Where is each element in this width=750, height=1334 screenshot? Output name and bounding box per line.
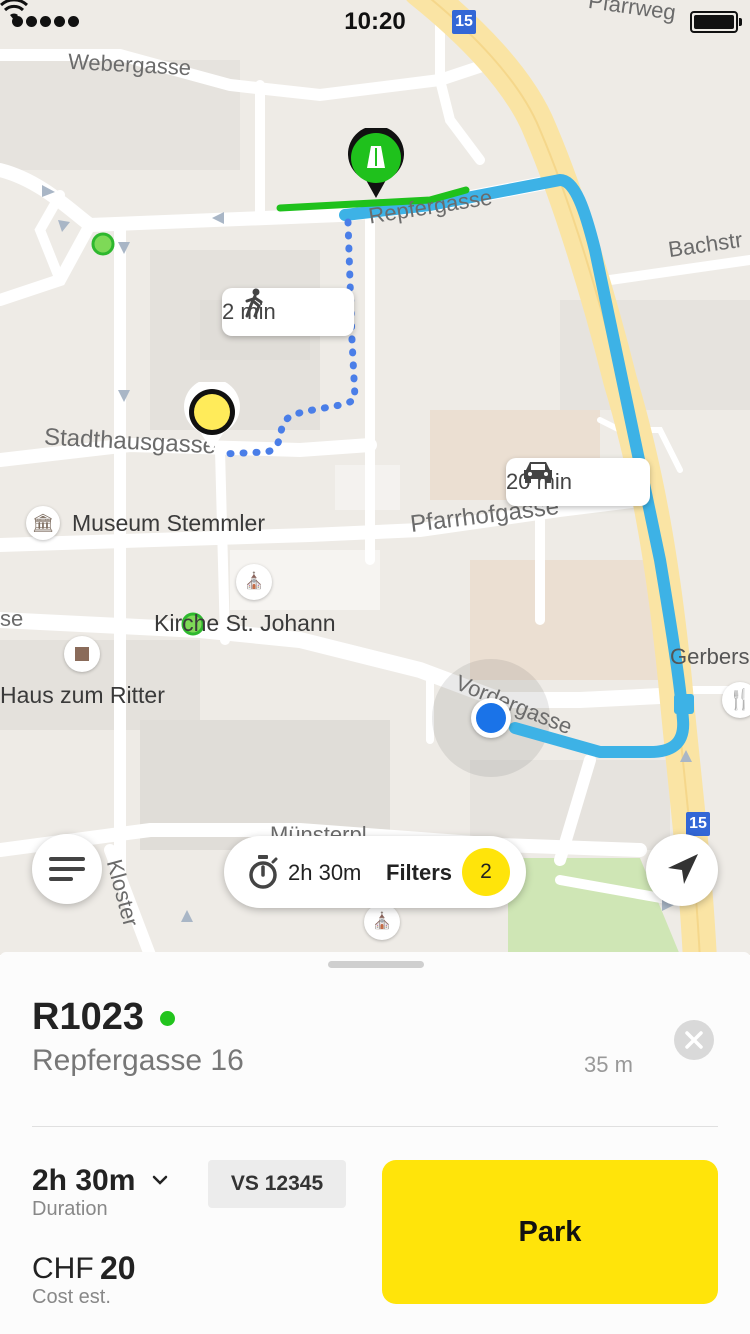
close-icon xyxy=(685,1031,703,1049)
menu-button[interactable] xyxy=(32,834,102,904)
poi-label: Kirche St. Johann xyxy=(154,610,336,636)
road-shield: 15 xyxy=(686,812,710,836)
zone-address: Repfergasse 16 xyxy=(32,1044,244,1077)
license-plate-button[interactable]: VS 12345 xyxy=(208,1160,346,1208)
zone-status-dot xyxy=(160,1011,175,1026)
poi-label: Museum Stemmler xyxy=(72,510,265,536)
battery-icon xyxy=(690,11,742,33)
stopwatch-icon xyxy=(249,855,278,889)
road-shield: 15 xyxy=(452,10,476,34)
chevron-down-icon[interactable] xyxy=(150,1170,170,1190)
bus-stop-icon[interactable] xyxy=(674,694,694,714)
museum-icon[interactable]: 🏛 xyxy=(26,506,60,540)
parking-zone-pin[interactable] xyxy=(344,128,408,210)
poi-label: Haus zum Ritter xyxy=(0,682,165,708)
church-icon[interactable]: ⛪ xyxy=(236,564,272,600)
duration-filter-pill[interactable]: 2h 30m Filters 2 xyxy=(224,836,526,908)
drive-time-bubble: 20 min xyxy=(506,458,650,506)
restaurant-icon[interactable]: 🍴 xyxy=(722,682,750,718)
map-view[interactable]: 10:20 15 15 Webergasse Pfarrweg Repferga… xyxy=(0,0,750,955)
park-button[interactable]: Park xyxy=(382,1160,718,1304)
street-label: se xyxy=(0,606,24,631)
menu-icon xyxy=(49,857,85,881)
zone-id: R1023 xyxy=(32,996,144,1038)
user-location-dot xyxy=(471,698,511,738)
car-icon xyxy=(524,462,552,483)
zone-distance: 35 m xyxy=(584,1052,633,1077)
cost-label: Cost est. xyxy=(32,1286,111,1308)
recenter-button[interactable] xyxy=(646,834,718,906)
cost-amount: 20 xyxy=(100,1250,136,1286)
duration-value[interactable]: 2h 30m xyxy=(32,1164,135,1198)
currency-label: CHF xyxy=(32,1252,94,1285)
walk-icon xyxy=(245,288,263,318)
duration-text: 2h 30m xyxy=(288,860,362,885)
navigation-arrow-icon xyxy=(668,854,698,884)
church-icon[interactable]: ⛪ xyxy=(364,904,400,940)
duration-label: Duration xyxy=(32,1198,108,1220)
walk-time-bubble: 2 min xyxy=(222,288,354,336)
close-button[interactable] xyxy=(674,1020,714,1060)
zone-detail-sheet: R1023 Repfergasse 16 35 m 2h 30m Duratio… xyxy=(0,952,750,1334)
landmark-icon[interactable] xyxy=(64,636,100,672)
street-label: Gerbers xyxy=(670,644,750,669)
filters-label[interactable]: Filters xyxy=(386,860,452,886)
start-location-pin[interactable] xyxy=(180,382,244,462)
divider xyxy=(32,1126,718,1127)
filters-count-badge: 2 xyxy=(462,848,510,896)
sheet-drag-handle[interactable] xyxy=(328,961,424,968)
